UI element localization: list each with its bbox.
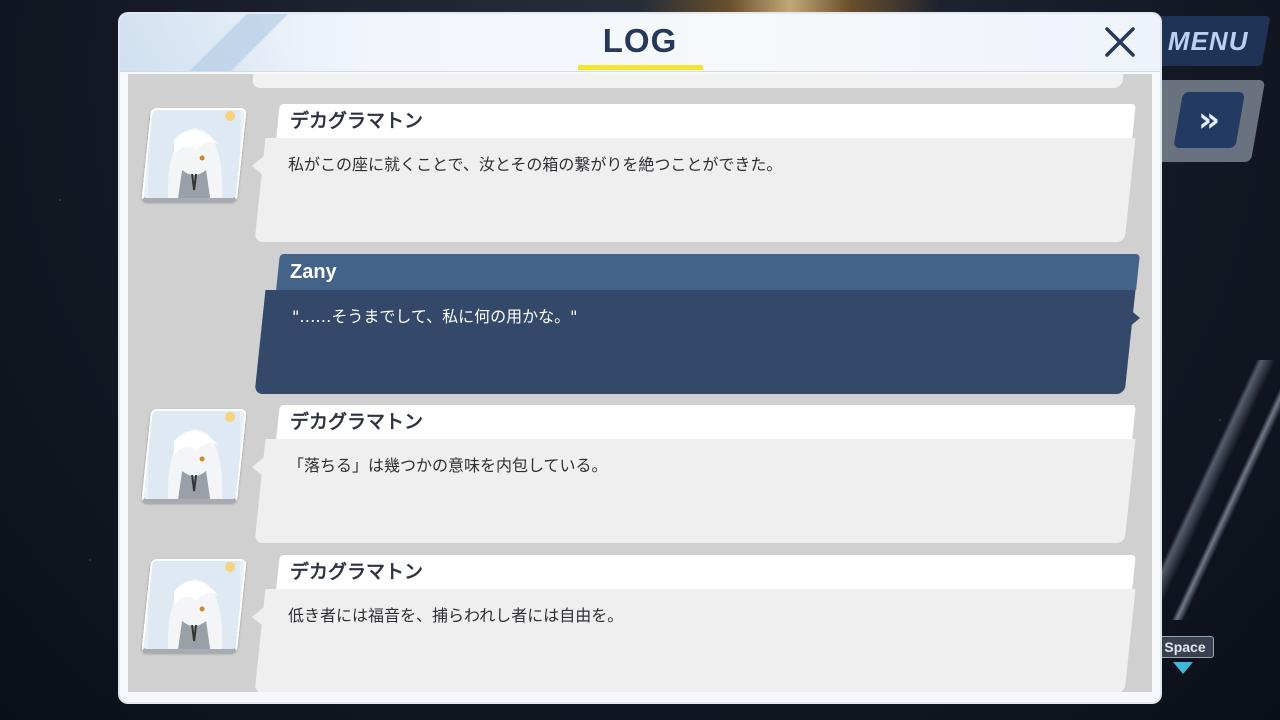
background-metal-streaks: [1160, 360, 1280, 620]
speaker-name: デカグラマトン: [290, 110, 424, 132]
advance-triangle-icon: [1173, 662, 1193, 674]
background-light-streak: [640, 0, 940, 14]
dialogue-tail: [252, 607, 264, 627]
character-portrait-icon: [148, 110, 241, 198]
dialogue-text: 低き者には福音を、捕らわれし者には自由を。: [288, 606, 624, 625]
speaker-avatar: [141, 409, 247, 503]
close-button[interactable]: [1102, 24, 1138, 60]
player-dialogue-text: "……そうまでして、私に何の用かな。": [292, 307, 578, 326]
fast-forward-icon[interactable]: »: [1173, 92, 1246, 148]
character-portrait-icon: [148, 411, 241, 499]
log-scroll-area[interactable]: デカグラマトン 私がこの座に就くことで、汝とその箱の繋がりを絶つことができた。 …: [128, 74, 1152, 692]
speaker-avatar: [141, 559, 247, 653]
player-name: Zany: [290, 261, 337, 283]
dialogue-text: 私がこの座に就くことで、汝とその箱の繋がりを絶つことができた。: [288, 155, 783, 174]
dialogue-text: 「落ちる」は幾つかの意味を内包している。: [288, 456, 608, 475]
header-divider: [120, 71, 1160, 72]
player-dialogue-tail: [1128, 308, 1140, 328]
previous-entry-edge: [251, 74, 1125, 88]
log-header: LOG: [120, 14, 1160, 72]
title-underline: [578, 65, 703, 70]
dialogue-tail: [252, 457, 264, 477]
speaker-name: デカグラマトン: [290, 561, 424, 583]
player-name-bar: [276, 254, 1140, 290]
speaker-avatar: [141, 108, 247, 202]
menu-button[interactable]: MENU: [1145, 16, 1271, 66]
log-title: LOG: [602, 22, 678, 59]
character-portrait-icon: [148, 561, 241, 649]
fast-forward-button-frame[interactable]: »: [1142, 80, 1266, 162]
dialogue-tail: [252, 156, 264, 176]
log-dialog: LOG デカグラマトン 私がこの座に就くことで、汝とその箱の繋がりを絶つことがで…: [120, 14, 1160, 702]
space-key-hint: Space: [1156, 636, 1214, 658]
speaker-name: デカグラマトン: [290, 411, 424, 433]
menu-label: MENU: [1167, 26, 1249, 56]
close-icon: [1105, 27, 1135, 57]
